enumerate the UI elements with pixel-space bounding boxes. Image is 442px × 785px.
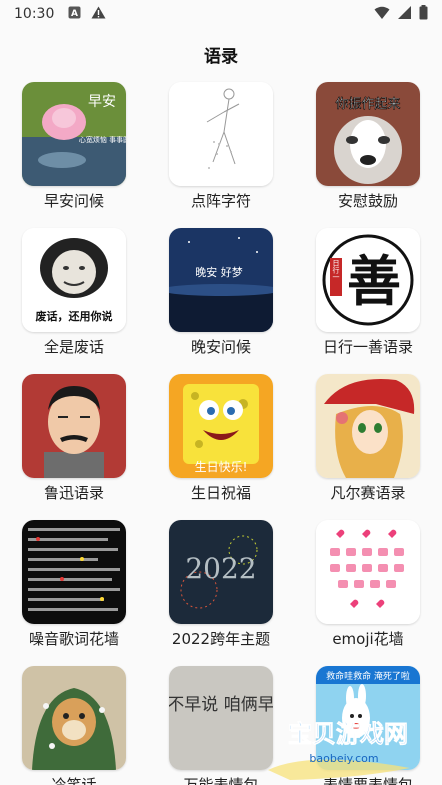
tile-label: 日行一善语录 [322,338,413,356]
svg-text:善: 善 [347,249,401,313]
tile-comfort-encourage[interactable]: 你振作起来 安慰鼓励 [294,82,442,222]
tile-thumbnail [22,520,126,624]
tile-label: emoji花墙 [332,630,404,648]
status-bar: 10:30 A [0,0,442,28]
tile-universal-stickers[interactable]: 生气不早说 咱俩早以后 万能表情包 [147,666,295,785]
svg-text:生日快乐!: 生日快乐! [195,460,248,474]
svg-text:早安: 早安 [88,94,116,110]
tile-thumbnail [169,82,273,186]
warning-icon [91,6,106,23]
tile-thumbnail: 救命哇救命 淹死了啦 [316,666,420,770]
svg-text:2022: 2022 [185,552,256,585]
tile-morning-greeting[interactable]: 早安 心宽烦恼 事事圆满 早安问候 [0,82,148,222]
status-time: 10:30 [14,6,55,22]
tile-label: 2022跨年主题 [171,630,271,648]
svg-text:A: A [71,9,78,19]
tile-daily-good-deed[interactable]: 善 日行一 日行一善语录 [294,228,442,368]
tile-thumbnail: 善 日行一 [316,228,420,332]
tile-thumbnail [22,374,126,478]
tile-thumbnail: 你振作起来 [316,82,420,186]
wifi-icon [374,6,390,23]
tile-luxun-quotes[interactable]: 鲁迅语录 [0,374,148,514]
tile-label: 鲁迅语录 [43,484,104,502]
tile-thumbnail: 生日快乐! [169,374,273,478]
tile-noise-lyrics-wall[interactable]: 噪音歌词花墙 [0,520,148,660]
tile-label: 早安问候 [43,192,104,210]
tile-sticker-request[interactable]: 救命哇救命 淹死了啦 表情要表情包 [294,666,442,785]
tile-thumbnail: 2022 [169,520,273,624]
tile-thumbnail [316,520,420,624]
tile-thumbnail: 晚安 好梦 [169,228,273,332]
page-title: 语录 [204,46,238,67]
tile-2022-new-year[interactable]: 2022 2022跨年主题 [147,520,295,660]
tile-label: 安慰鼓励 [337,192,398,210]
tile-dot-matrix[interactable]: 点阵字符 [147,82,295,222]
tile-birthday-wishes[interactable]: 生日快乐! 生日祝福 [147,374,295,514]
svg-text:废话，还用你说: 废话，还用你说 [36,309,113,323]
svg-text:救命哇救命 淹死了啦: 救命哇救命 淹死了啦 [326,670,410,682]
tile-thumbnail [316,374,420,478]
title-bar: 语录 [0,28,442,80]
svg-text:生气不早说 咱俩早以后: 生气不早说 咱俩早以后 [169,695,273,715]
tile-label: 表情要表情包 [322,776,413,785]
tile-label: 冷笑话 [51,776,97,785]
tile-label: 生日祝福 [190,484,251,502]
tile-label: 点阵字符 [190,192,251,210]
tile-versailles-quotes[interactable]: 凡尔赛语录 [294,374,442,514]
tile-thumbnail: 废话，还用你说 [22,228,126,332]
svg-text:你振作起来: 你振作起来 [335,97,400,112]
svg-text:晚安 好梦: 晚安 好梦 [195,265,243,279]
tile-emoji-wall[interactable]: emoji花墙 [294,520,442,660]
svg-text:日行一: 日行一 [332,260,340,281]
tile-label: 凡尔赛语录 [330,484,406,502]
tile-night-greeting[interactable]: 晚安 好梦 晚安问候 [147,228,295,368]
notification-a-icon: A [68,6,81,23]
tile-thumbnail [22,666,126,770]
tile-label: 噪音歌词花墙 [28,630,119,648]
tile-label: 万能表情包 [183,776,259,785]
tile-label: 全是废话 [43,338,104,356]
tile-thumbnail: 生气不早说 咱俩早以后 [169,666,273,770]
battery-icon [419,4,428,24]
signal-icon [398,5,411,23]
tile-thumbnail: 早安 心宽烦恼 事事圆满 [22,82,126,186]
tile-label: 晚安问候 [190,338,251,356]
tile-nonsense[interactable]: 废话，还用你说 全是废话 [0,228,148,368]
tile-cold-jokes[interactable]: 冷笑话 [0,666,148,785]
svg-text:心宽烦恼 事事圆满: 心宽烦恼 事事圆满 [79,135,126,144]
